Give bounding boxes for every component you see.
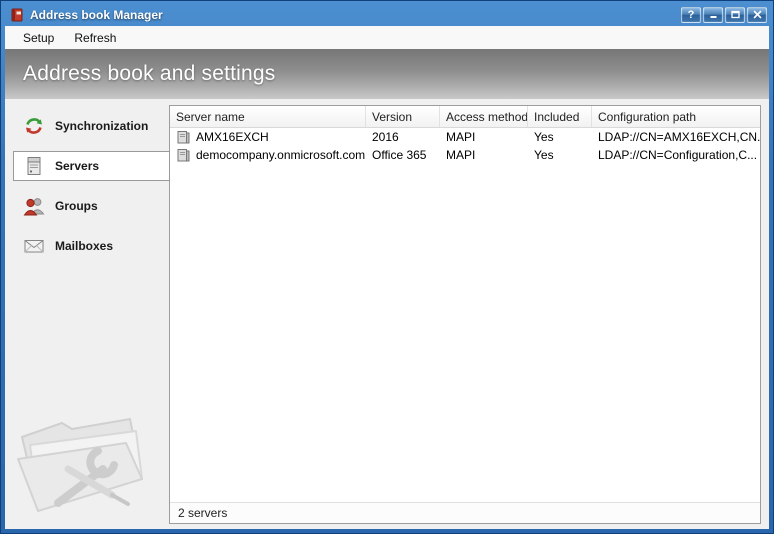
statusbar: 2 servers [170, 502, 760, 523]
window-title: Address book Manager [30, 8, 676, 22]
sidebar-item-mailboxes[interactable]: Mailboxes [13, 231, 169, 261]
cell-server-name: democompany.onmicrosoft.com [170, 146, 366, 164]
maximize-button[interactable] [725, 7, 745, 23]
server-count-label: 2 servers [178, 506, 227, 520]
server-name-text: AMX16EXCH [196, 130, 269, 144]
table-header: Server name Version Access method Includ… [170, 106, 760, 128]
app-window: Address book Manager ? Setup Refresh Add… [0, 0, 774, 534]
app-body: Setup Refresh Address book and settings [5, 26, 769, 529]
server-icon [176, 148, 191, 163]
menu-setup[interactable]: Setup [13, 28, 64, 48]
table-row[interactable]: AMX16EXCH 2016 MAPI Yes LDAP://CN=AMX16E… [170, 128, 760, 146]
servers-table: Server name Version Access method Includ… [170, 106, 760, 502]
tools-watermark-graphic [9, 389, 161, 527]
servers-panel: Server name Version Access method Includ… [169, 105, 761, 524]
sidebar-item-synchronization[interactable]: Synchronization [13, 111, 169, 141]
cell-configuration-path: LDAP://CN=Configuration,C... [592, 146, 760, 164]
servers-icon [22, 154, 46, 178]
help-icon: ? [688, 9, 695, 21]
cell-included: Yes [528, 128, 592, 146]
header-banner: Address book and settings [5, 49, 769, 99]
sidebar-item-label: Groups [55, 199, 98, 213]
titlebar[interactable]: Address book Manager ? [5, 1, 769, 26]
cell-access-method: MAPI [440, 128, 528, 146]
table-row[interactable]: democompany.onmicrosoft.com Office 365 M… [170, 146, 760, 164]
minimize-button[interactable] [703, 7, 723, 23]
sidebar-item-label: Mailboxes [55, 239, 113, 253]
sidebar-item-label: Synchronization [55, 119, 148, 133]
page-title: Address book and settings [23, 62, 276, 86]
close-button[interactable] [747, 7, 767, 23]
app-icon [9, 7, 25, 23]
sidebar: Synchronization Servers [5, 99, 169, 529]
mailboxes-icon [22, 234, 46, 258]
close-icon [753, 10, 762, 19]
minimize-icon [709, 10, 718, 19]
cell-included: Yes [528, 146, 592, 164]
column-header-included[interactable]: Included [528, 106, 592, 127]
menubar: Setup Refresh [5, 26, 769, 49]
cell-configuration-path: LDAP://CN=AMX16EXCH,CN... [592, 128, 760, 146]
column-header-server-name[interactable]: Server name [170, 106, 366, 127]
menu-refresh[interactable]: Refresh [64, 28, 126, 48]
server-name-text: democompany.onmicrosoft.com [196, 148, 365, 162]
column-header-configuration-path[interactable]: Configuration path [592, 106, 760, 127]
sidebar-item-servers[interactable]: Servers [13, 151, 170, 181]
server-icon [176, 130, 191, 145]
sync-icon [22, 114, 46, 138]
groups-icon [22, 194, 46, 218]
help-button[interactable]: ? [681, 7, 701, 23]
cell-version: Office 365 [366, 146, 440, 164]
cell-version: 2016 [366, 128, 440, 146]
column-header-access-method[interactable]: Access method [440, 106, 528, 127]
cell-access-method: MAPI [440, 146, 528, 164]
column-header-version[interactable]: Version [366, 106, 440, 127]
sidebar-item-groups[interactable]: Groups [13, 191, 169, 221]
sidebar-item-label: Servers [55, 159, 99, 173]
content-area: Synchronization Servers [5, 99, 769, 529]
maximize-icon [731, 10, 740, 19]
cell-server-name: AMX16EXCH [170, 128, 366, 146]
window-controls: ? [681, 7, 767, 23]
